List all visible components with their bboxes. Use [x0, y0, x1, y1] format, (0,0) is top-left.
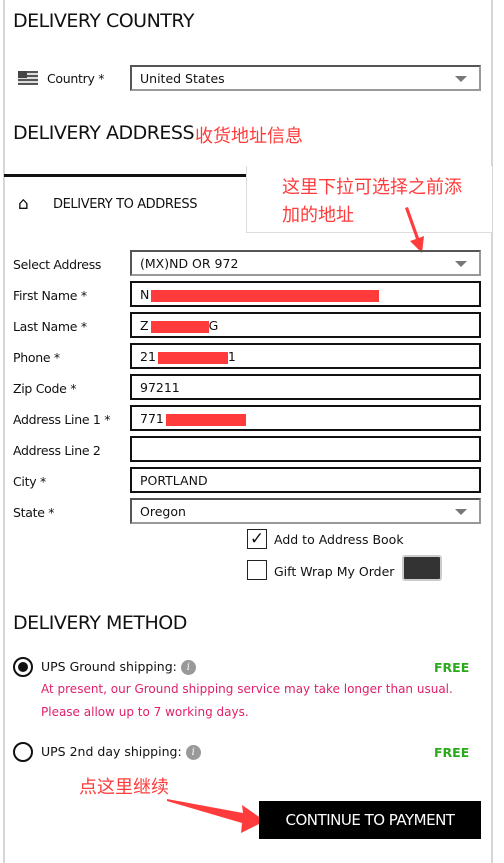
delivery-country-heading: DELIVERY COUNTRY: [13, 10, 195, 32]
redaction-mark: [157, 351, 228, 364]
annotation-address-info: 收货地址信息: [195, 126, 303, 147]
field-label: Address Line 1 *: [13, 412, 111, 427]
annotation-dropdown-line2: 加的地址: [282, 205, 354, 226]
ground-note-line1: At present, our Ground shipping service …: [41, 682, 453, 696]
field-label: First Name *: [13, 288, 87, 303]
annotation-dropdown-line1: 这里下拉可选择之前添: [282, 177, 462, 198]
field-value: 21: [140, 349, 156, 364]
field-value: Z: [140, 318, 149, 333]
annotation-continue: 点这里继续: [79, 777, 169, 798]
info-icon[interactable]: i: [180, 660, 196, 675]
tab-indicator: [4, 174, 246, 177]
chevron-down-icon: [455, 261, 467, 267]
field-label: Zip Code *: [13, 381, 77, 396]
input-zip-code[interactable]: 97211: [130, 374, 481, 400]
ups-2nd-day-label: UPS 2nd day shipping:: [41, 744, 182, 759]
continue-to-payment-button[interactable]: CONTINUE TO PAYMENT: [259, 801, 481, 839]
select-state[interactable]: Oregon: [130, 498, 481, 524]
us-flag-icon: [18, 71, 38, 85]
ground-note-line2: Please allow up to 7 working days.: [41, 705, 249, 719]
input-first-name[interactable]: N: [130, 281, 481, 307]
add-to-address-book-label: Add to Address Book: [274, 532, 404, 547]
chevron-down-icon: [455, 76, 467, 82]
input-address-line-1[interactable]: 771: [130, 405, 481, 431]
redaction-mark: [150, 320, 209, 333]
gift-box-icon: [402, 555, 442, 581]
chevron-down-icon: [455, 509, 467, 515]
left-border: [3, 0, 5, 863]
country-label: Country *: [47, 71, 105, 86]
info-icon[interactable]: i: [185, 745, 201, 760]
home-icon: ⌂: [18, 194, 29, 214]
annotation-arrow-icon: [167, 799, 265, 833]
field-value: (MX): [140, 256, 170, 271]
ups-2nd-day-option[interactable]: UPS 2nd day shipping: i: [41, 744, 201, 760]
field-value-suffix: ND OR 972: [169, 256, 239, 271]
field-label: Select Address: [13, 257, 102, 272]
ups-ground-radio[interactable]: [13, 657, 33, 677]
redaction-mark: [165, 413, 246, 426]
field-value: 97211: [140, 380, 180, 395]
ups-2nd-day-radio[interactable]: [13, 742, 33, 762]
input-phone[interactable]: 21 1: [130, 343, 481, 369]
input-last-name[interactable]: ZG: [130, 312, 481, 338]
tab-delivery-to-address[interactable]: DELIVERY TO ADDRESS: [53, 197, 197, 212]
ups-2nd-day-price: FREE: [434, 745, 470, 760]
field-value-suffix: G: [208, 318, 219, 333]
annotation-arrow-icon: [405, 207, 424, 253]
ups-ground-label: UPS Ground shipping:: [41, 659, 177, 674]
country-value: United States: [140, 71, 225, 86]
field-label: Phone *: [13, 350, 60, 365]
gift-wrap-label: Gift Wrap My Order: [274, 564, 395, 579]
field-label: City *: [13, 474, 46, 489]
field-value: Oregon: [140, 504, 186, 519]
redaction-mark: [151, 289, 380, 302]
right-border: [491, 0, 493, 863]
country-select[interactable]: United States: [130, 65, 481, 91]
input-address-line-2[interactable]: [130, 436, 481, 462]
gift-wrap-checkbox[interactable]: [247, 560, 267, 580]
delivery-method-heading: DELIVERY METHOD: [13, 612, 187, 634]
select-select-address[interactable]: (MX)ND OR 972: [130, 250, 481, 276]
field-label: State *: [13, 505, 55, 520]
field-value: N: [140, 287, 150, 302]
field-value: 771: [140, 411, 164, 426]
field-label: Last Name *: [13, 319, 87, 334]
delivery-address-heading: DELIVERY ADDRESS: [13, 122, 195, 144]
add-to-address-book-checkbox[interactable]: ✓: [247, 529, 267, 549]
ups-ground-option[interactable]: UPS Ground shipping: i: [41, 659, 196, 675]
field-value: PORTLAND: [140, 473, 208, 488]
ups-ground-price: FREE: [434, 660, 470, 675]
field-value-suffix: 1: [227, 349, 236, 364]
input-city[interactable]: PORTLAND: [130, 467, 481, 493]
field-label: Address Line 2: [13, 443, 101, 458]
